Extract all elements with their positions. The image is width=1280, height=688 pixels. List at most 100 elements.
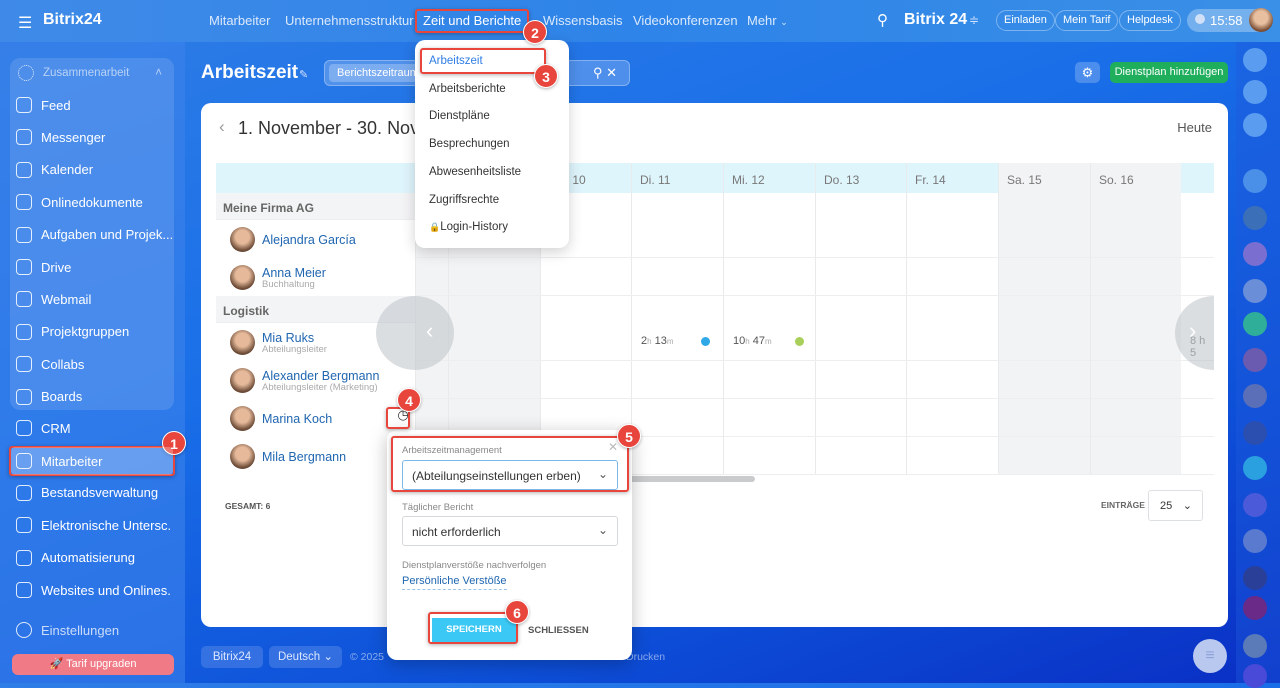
brand-portal[interactable]: Bitrix 24 <box>904 11 967 29</box>
rocket-icon: 🚀 <box>49 658 67 670</box>
bookmark-icon[interactable] <box>1243 169 1267 193</box>
settings-gear-button[interactable]: ⚙ <box>1075 62 1100 83</box>
menu-item[interactable]: Zugriffsrechte <box>429 194 499 206</box>
entries-value: 25 <box>1160 500 1173 512</box>
plan-button[interactable]: Mein Tarif <box>1055 10 1119 31</box>
brand-logo[interactable]: Bitrix24 <box>43 11 102 29</box>
contact-avatar[interactable] <box>1243 664 1267 688</box>
chat-icon[interactable] <box>1243 113 1267 137</box>
sidebar-item[interactable]: Drive <box>16 254 172 280</box>
minutes-unit: m <box>765 337 772 346</box>
sidebar-item-label: Einstellungen <box>41 622 120 638</box>
settings-sliders-icon[interactable]: ≑ <box>969 13 979 27</box>
contact-avatar[interactable] <box>1243 421 1267 445</box>
chevron-right-icon: › <box>1189 318 1197 343</box>
sidebar-item[interactable]: Onlinedokumente <box>16 189 172 215</box>
sidebar-item[interactable]: Feed <box>16 92 172 118</box>
nav-mehr[interactable]: Mehr ⌄ <box>747 13 788 28</box>
sidebar-item[interactable]: Projektgruppen <box>16 319 172 345</box>
sidebar-item-label: Automatisierung <box>41 550 135 566</box>
sidebar-item[interactable]: Mitarbeiter <box>11 447 173 476</box>
sidebar-item[interactable]: Automatisierung <box>16 545 172 571</box>
print-link[interactable]: Drucken <box>626 651 665 663</box>
entries-per-page-select[interactable]: 25 ⌄ <box>1148 490 1203 521</box>
contact-avatar[interactable] <box>1243 206 1267 230</box>
daily-report-select[interactable]: nicht erforderlich ⌄ <box>402 516 618 546</box>
contact-avatar[interactable] <box>1243 279 1267 303</box>
bell-icon[interactable] <box>1243 48 1267 72</box>
nav-videokonferenzen[interactable]: Videokonferenzen <box>633 13 738 28</box>
pin-icon[interactable]: ✎ <box>299 68 308 81</box>
nav-wissensbasis[interactable]: Wissensbasis <box>543 13 622 28</box>
search-icon[interactable]: ⚲ <box>877 11 888 29</box>
sidebar-item-icon <box>16 323 32 340</box>
scroll-left-button[interactable]: ‹ <box>376 296 454 370</box>
menu-item[interactable]: Abwesenheitsliste <box>429 166 521 178</box>
sidebar-item[interactable]: Messenger <box>16 124 172 150</box>
contact-avatar[interactable] <box>1243 634 1267 658</box>
group-row: Meine Firma AG <box>216 193 415 220</box>
employee-name[interactable]: Alejandra García <box>262 233 356 247</box>
employee-name[interactable]: Mia Ruks <box>262 331 314 345</box>
contact-avatar[interactable] <box>1243 566 1267 590</box>
menu-item[interactable]: Besprechungen <box>429 138 510 150</box>
contact-avatar[interactable] <box>1243 596 1267 620</box>
user-avatar[interactable] <box>1249 8 1273 32</box>
time-entry[interactable]: 10h 47m <box>733 335 813 347</box>
helpdesk-button[interactable]: Helpdesk <box>1119 10 1181 31</box>
sidebar-item-icon <box>16 129 32 146</box>
chevron-down-icon: ⌄ <box>597 523 608 537</box>
nav-mitarbeiter[interactable]: Mitarbeiter <box>209 13 270 28</box>
total-label: GESAMT: <box>225 501 264 511</box>
prev-period-icon[interactable]: ‹ <box>219 117 225 137</box>
invite-button[interactable]: Einladen <box>996 10 1055 31</box>
activity-icon[interactable] <box>1243 80 1267 104</box>
menu-item-label: Zugriffsrechte <box>429 193 500 206</box>
today-button[interactable]: Heute <box>1177 120 1212 135</box>
sidebar-item[interactable]: Collabs <box>16 351 172 377</box>
sidebar-item-icon <box>16 291 32 308</box>
sidebar-item[interactable]: Boards <box>16 384 172 410</box>
contact-avatar[interactable] <box>1243 348 1267 372</box>
sidebar-settings[interactable]: Einstellungen <box>16 617 172 643</box>
close-button[interactable]: SCHLIESSEN <box>528 625 589 636</box>
sidebar-item[interactable]: CRM <box>16 415 172 441</box>
list-menu-button[interactable]: ≡ <box>1193 639 1227 673</box>
sidebar-item-label: Mitarbeiter <box>41 453 103 469</box>
add-schedule-button[interactable]: Dienstplan hinzufügen <box>1110 62 1228 83</box>
sidebar-item-icon <box>16 388 32 405</box>
sidebar-group-header[interactable]: Zusammenarbeit ˄ <box>18 60 174 86</box>
sidebar-item[interactable]: Webmail <box>16 286 172 312</box>
sidebar-item[interactable]: Websites und Onlines... <box>16 577 172 603</box>
sidebar-item-icon <box>16 226 32 243</box>
time-entry[interactable]: 2h 13m <box>641 335 721 347</box>
upgrade-label: Tarif upgraden <box>66 658 137 670</box>
employee-name[interactable]: Anna Meier <box>262 266 326 280</box>
avatar <box>230 330 255 355</box>
contact-avatar[interactable] <box>1243 384 1267 408</box>
language-select[interactable]: Deutsch ⌄ <box>269 646 342 668</box>
employee-name[interactable]: Marina Koch <box>262 412 332 426</box>
menu-item[interactable]: Arbeitsberichte <box>429 83 506 95</box>
filter-tag[interactable]: Berichtszeitraum <box>329 64 421 82</box>
day-label: Sa. 15 <box>1007 173 1042 187</box>
employee-name[interactable]: Alexander Bergmann <box>262 369 379 383</box>
contact-avatar[interactable] <box>1243 312 1267 336</box>
employee-name[interactable]: Mila Bergmann <box>262 450 346 464</box>
sidebar-item[interactable]: Aufgaben und Projek... <box>16 222 172 248</box>
contact-avatar[interactable] <box>1243 242 1267 266</box>
search-icon[interactable]: ⚲ ✕ <box>593 65 617 81</box>
contact-avatar[interactable] <box>1243 529 1267 553</box>
personal-violations-link[interactable]: Persönliche Verstöße <box>402 575 507 590</box>
contact-avatar[interactable] <box>1243 493 1267 517</box>
menu-item[interactable]: 🔒Login-History <box>429 221 508 233</box>
footer-brand[interactable]: Bitrix24 <box>201 646 263 668</box>
nav-unternehmensstruktur[interactable]: Unternehmensstruktur <box>285 13 414 28</box>
menu-item[interactable]: Dienstpläne <box>429 110 490 122</box>
sidebar-item[interactable]: Bestandsverwaltung <box>16 480 172 506</box>
upgrade-button[interactable]: 🚀 Tarif upgraden <box>12 654 174 675</box>
menu-icon[interactable]: ☰ <box>18 13 32 33</box>
contact-avatar[interactable] <box>1243 456 1267 480</box>
sidebar-item[interactable]: Kalender <box>16 157 172 183</box>
sidebar-item[interactable]: Elektronische Untersc... <box>16 512 172 538</box>
